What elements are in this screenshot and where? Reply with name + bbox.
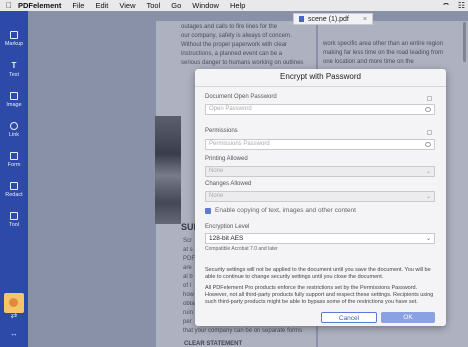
changes-label: Changes Allowed [205,181,252,187]
sidebar-item-label: Text [8,72,20,78]
sidebar-item-label: Tool [8,222,20,228]
form-icon [10,152,18,160]
show-password-icon[interactable] [425,142,431,147]
markup-icon [10,31,18,39]
printing-value: None [209,168,224,174]
sidebar-item-link[interactable]: Link [0,122,28,138]
control-center-icon[interactable]: ☷ [458,1,465,10]
chevron-down-icon: ⌄ [425,169,431,175]
menu-app-name[interactable]: PDFelement [18,1,61,10]
encrypt-dialog: Encrypt with Password Document Open Pass… [195,69,446,326]
lock-icon [427,130,432,135]
lock-icon [427,96,432,101]
permissions-password-input[interactable]: Permissions Password [205,139,435,150]
link-icon [10,122,18,130]
collapse-arrow-icon[interactable]: ↔ [0,329,28,338]
copy-checkbox[interactable] [205,207,211,214]
tool-sidebar: Markup T Text Image Link Form Redact Too… [0,11,28,347]
encryption-label: Encryption Level [205,224,250,230]
copy-checkbox-label: Enable copying of text, images and other… [215,207,356,214]
printing-label: Printing Allowed [205,156,248,162]
sidebar-item-label: Form [7,162,21,168]
menu-view[interactable]: View [119,1,135,10]
account-avatar[interactable] [4,293,24,313]
cancel-button[interactable]: Cancel [321,312,377,323]
security-note: Security settings will not be applied to… [205,267,431,280]
dialog-title: Encrypt with Password [280,72,361,81]
sidebar-item-label: Redact [5,192,23,198]
open-password-placeholder: Open Password [209,106,252,112]
menu-edit[interactable]: Edit [95,1,108,10]
wifi-icon[interactable] [441,2,450,9]
sidebar-item-redact[interactable]: Redact [0,182,28,198]
sidebar-item-label: Markup [4,41,24,47]
changes-value: None [209,193,224,199]
show-password-icon[interactable] [425,107,431,112]
open-password-label: Document Open Password [205,94,277,100]
pdf-file-icon [299,16,304,22]
encryption-select[interactable]: 128-bit AES ⌄ [205,233,435,244]
apple-icon[interactable]:  [0,1,18,10]
permissions-note: All PDFelement Pro products enforce the … [205,285,434,305]
chevron-down-icon: ⌄ [425,194,431,200]
sidebar-item-label: Image [6,102,22,108]
ok-button[interactable]: OK [381,312,435,323]
image-icon [10,92,18,100]
permissions-label: Permissions [205,128,238,134]
permissions-placeholder: Permissions Password [209,141,270,147]
open-password-input[interactable]: Open Password [205,104,435,115]
forward-arrow-icon[interactable]: ⇄ [0,311,28,320]
sidebar-item-form[interactable]: Form [0,152,28,168]
divider [195,86,446,87]
close-tab-icon[interactable]: × [363,16,367,23]
text-icon: T [11,61,17,70]
tool-icon [10,212,18,220]
compatibility-text: Compatible Acrobat 7.0 and later [205,246,278,252]
chevron-down-icon: ⌄ [425,236,431,242]
menu-bar:  PDFelement File Edit View Tool Go Wind… [0,0,468,11]
redact-icon [10,182,18,190]
menu-tool[interactable]: Tool [147,1,161,10]
sidebar-item-label: Link [8,132,20,138]
sidebar-item-tool[interactable]: Tool [0,212,28,228]
document-tab[interactable]: scene (1).pdf × [293,13,373,25]
menu-window[interactable]: Window [192,1,219,10]
menu-go[interactable]: Go [171,1,181,10]
sidebar-item-markup[interactable]: Markup [0,31,28,47]
encryption-value: 128-bit AES [209,235,244,242]
menu-file[interactable]: File [72,1,84,10]
sidebar-item-text[interactable]: T Text [0,61,28,79]
changes-select[interactable]: None ⌄ [205,191,435,202]
menu-help[interactable]: Help [230,1,245,10]
sidebar-item-image[interactable]: Image [0,92,28,108]
copy-checkbox-row[interactable]: Enable copying of text, images and other… [205,207,356,214]
tab-title: scene (1).pdf [308,15,349,23]
printing-select[interactable]: None ⌄ [205,166,435,177]
